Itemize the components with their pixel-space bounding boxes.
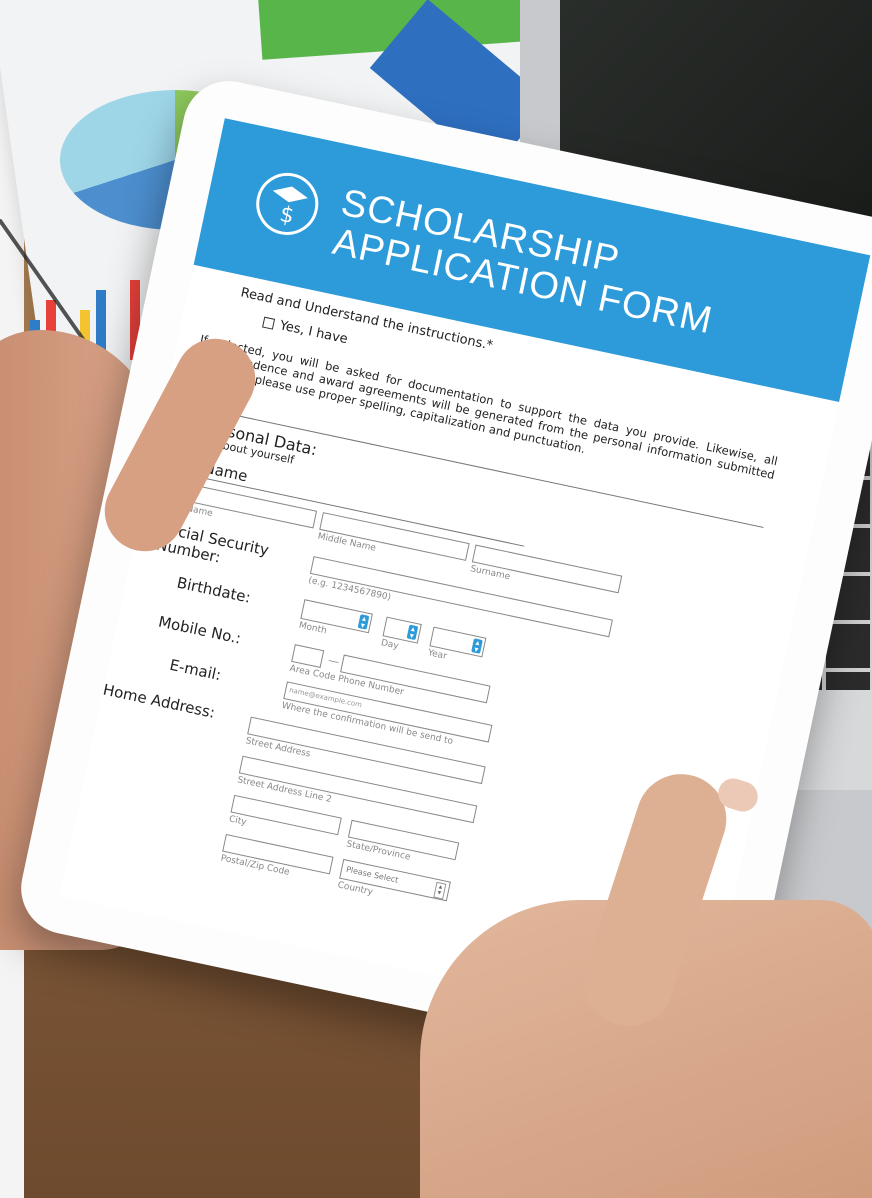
home-address-label: Home Address: xyxy=(101,680,217,722)
spinner-arrows-icon: ▴ ▾ xyxy=(406,624,419,641)
year-hint: Year xyxy=(426,648,448,662)
checkbox-icon[interactable] xyxy=(262,316,276,330)
graduation-cap-dollar-icon: $ xyxy=(250,167,325,241)
birthdate-label: Birthdate: xyxy=(175,573,253,607)
mobile-dash: — xyxy=(327,653,341,669)
svg-text:$: $ xyxy=(277,202,296,229)
city-hint: City xyxy=(228,814,248,828)
photo-scene: $ SCHOLARSHIP APPLICATION FORM Read and … xyxy=(0,0,872,1198)
spinner-arrows-icon: ▴ ▾ xyxy=(433,881,447,900)
spinner-arrows-icon: ▴ ▾ xyxy=(357,614,370,630)
agree-label: Yes, I have xyxy=(278,318,349,348)
country-placeholder: Please Select xyxy=(345,864,400,885)
email-label: E-mail: xyxy=(168,655,223,685)
mobile-label: Mobile No.: xyxy=(156,612,243,648)
tablet-screen: $ SCHOLARSHIP APPLICATION FORM Read and … xyxy=(59,118,871,1033)
spinner-arrows-icon: ▴ ▾ xyxy=(471,638,483,654)
day-hint: Day xyxy=(379,638,400,652)
country-select[interactable]: Please Select ▴ ▾ xyxy=(339,858,451,902)
